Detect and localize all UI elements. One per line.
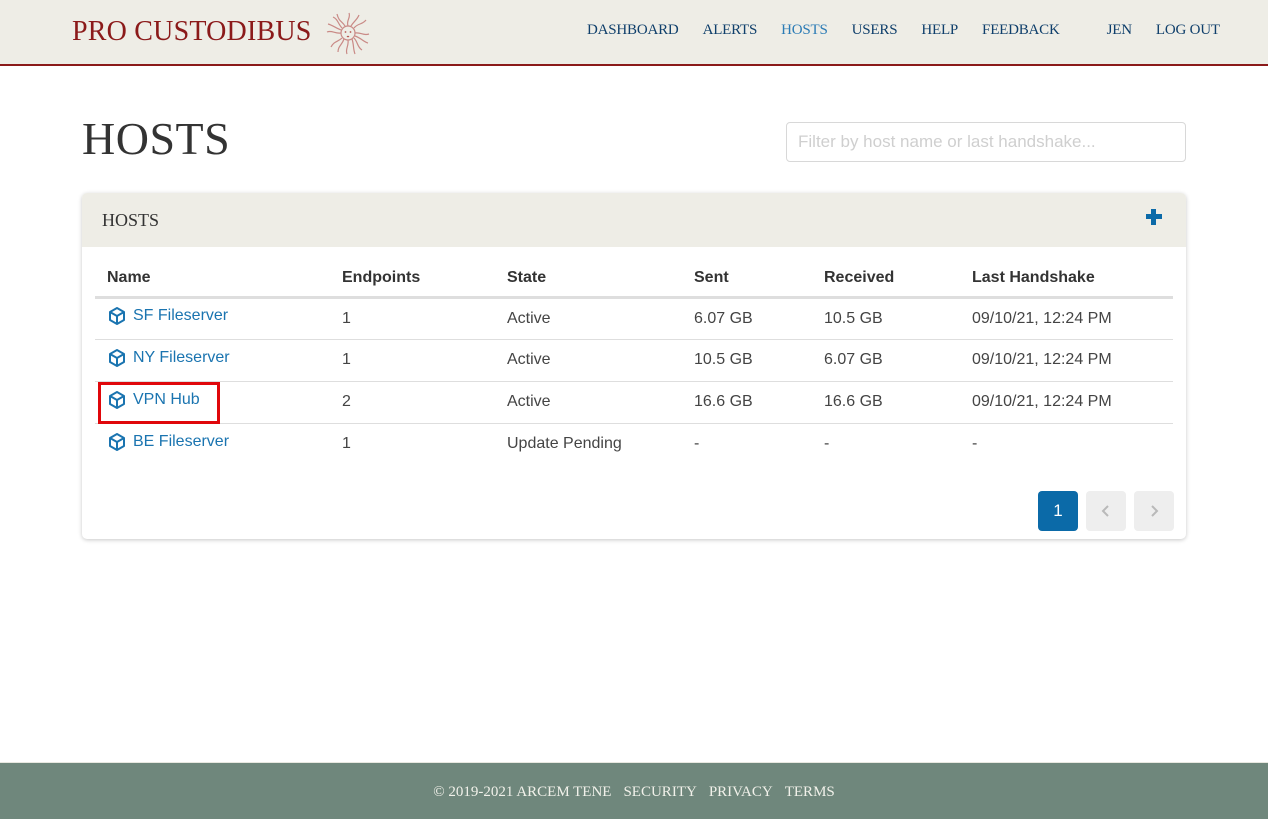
table-row: NY Fileserver 1 Active 10.5 GB 6.07 GB 09/10/…	[95, 339, 1173, 382]
cell-sent: -	[694, 435, 700, 453]
cell-endpoints: 2	[330, 381, 495, 424]
pagination: 1	[1038, 491, 1174, 531]
cell-sent: 16.6 GB	[682, 381, 812, 424]
page-1-button[interactable]: 1	[1038, 491, 1078, 531]
nav-dashboard[interactable]: DASHBOARD	[587, 22, 679, 39]
next-page-button[interactable]	[1134, 491, 1174, 531]
nav-hosts[interactable]: HOSTS	[781, 22, 828, 39]
nav-feedback[interactable]: FEEDBACK	[982, 22, 1060, 39]
cell-name: NY Fileserver	[95, 339, 330, 382]
cell-last-handshake: 09/10/21, 12:24 PM	[960, 297, 1173, 340]
host-name: NY Fileserver	[133, 348, 230, 366]
chevron-left-icon	[1101, 505, 1109, 517]
column-header-received[interactable]: Received	[812, 261, 960, 299]
card-title: HOSTS	[102, 210, 160, 230]
table-row: VPN Hub 2 Active 16.6 GB 16.6 GB 09/10/21, 12…	[95, 381, 1173, 424]
cell-endpoints: 1	[342, 435, 351, 453]
footer-security-link[interactable]: SECURITY	[623, 784, 696, 801]
top-navbar: PRO CUSTODIBUS DASHBOARD ALERTS HOSTS US…	[0, 0, 1268, 66]
add-host-button plus-icon[interactable]	[1144, 207, 1164, 227]
nav-help[interactable]: HELP	[921, 22, 958, 39]
cell-last-handshake: 09/10/21, 12:24 PM	[960, 381, 1173, 424]
copyright-text: © 2019-2021 ARCEM TENE	[433, 783, 612, 800]
host-link[interactable]: SF Fileserver	[107, 306, 228, 326]
cell-received: 10.5 GB	[812, 297, 960, 340]
main-nav: DASHBOARD ALERTS HOSTS USERS HELP FEEDBA…	[587, 22, 1220, 39]
host-filter-input[interactable]	[786, 122, 1186, 162]
cell-state: Active	[495, 381, 682, 424]
cell-received: 6.07 GB	[812, 339, 960, 382]
hosts-card: HOSTS Name Endpoints State Sent Received…	[82, 193, 1186, 539]
cell-name: BE Fileserver	[95, 423, 330, 465]
cell-sent: 10.5 GB	[682, 339, 812, 382]
host-link[interactable]: NY Fileserver	[107, 348, 230, 368]
column-header-endpoints[interactable]: Endpoints	[330, 261, 495, 299]
card-header: HOSTS	[82, 193, 1186, 247]
host-link[interactable]: VPN Hub	[107, 390, 200, 410]
hosts-table: Name Endpoints State Sent Received Last …	[95, 261, 1173, 465]
table-row: BE Fileserver 1 Update Pending - - -	[95, 423, 1173, 465]
host-name: BE Fileserver	[133, 432, 230, 450]
host-name: SF Fileserver	[133, 307, 229, 324]
column-header-name[interactable]: Name	[95, 261, 330, 299]
cell-last-handshake: 09/10/21, 12:24 PM	[960, 339, 1173, 382]
nav-alerts[interactable]: ALERTS	[703, 22, 758, 39]
cube-icon	[109, 348, 125, 367]
cube-icon	[109, 390, 125, 409]
column-header-sent[interactable]: Sent	[682, 261, 812, 299]
page-title: HOSTS	[82, 113, 231, 164]
column-header-last-handshake[interactable]: Last Handshake	[960, 261, 1173, 299]
footer: © 2019-2021 ARCEM TENE SECURITY PRIVACY …	[0, 762, 1268, 819]
footer-privacy-link[interactable]: PRIVACY	[709, 784, 773, 801]
cell-name: SF Fileserver	[95, 297, 330, 340]
chevron-right-icon	[1151, 505, 1159, 517]
cell-received: 16.6 GB	[812, 381, 960, 424]
cell-endpoints: 1	[330, 297, 495, 340]
nav-user-jen[interactable]: JEN	[1107, 22, 1132, 39]
nav-users[interactable]: USERS	[852, 22, 898, 39]
cell-endpoints: 1	[330, 339, 495, 382]
brand-link[interactable]: PRO CUSTODIBUS	[72, 12, 372, 55]
cell-state: Active	[495, 297, 682, 340]
cell-received: -	[824, 435, 830, 453]
cell-state: Active	[495, 339, 682, 382]
host-link[interactable]: BE Fileserver	[107, 432, 229, 452]
previous-page-button[interactable]	[1086, 491, 1126, 531]
cell-name: VPN Hub	[95, 381, 330, 424]
table-row: SF Fileserver 1 Active 6.07 GB 10.5 GB 09/10/…	[95, 297, 1173, 340]
cell-sent: 6.07 GB	[682, 297, 812, 340]
logout-link[interactable]: LOG OUT	[1156, 22, 1220, 39]
cell-state: Update Pending	[507, 435, 622, 453]
medusa-logo-icon	[326, 12, 369, 55]
cube-icon	[109, 307, 125, 325]
host-name: VPN Hub	[133, 390, 200, 408]
footer-terms-link[interactable]: TERMS	[785, 784, 835, 801]
cube-icon	[109, 432, 125, 451]
column-header-state[interactable]: State	[495, 261, 682, 299]
cell-last-handshake: -	[972, 435, 978, 453]
brand-name: PRO CUSTODIBUS	[72, 16, 312, 47]
table-header-row: Name Endpoints State Sent Received Last …	[95, 261, 1173, 299]
